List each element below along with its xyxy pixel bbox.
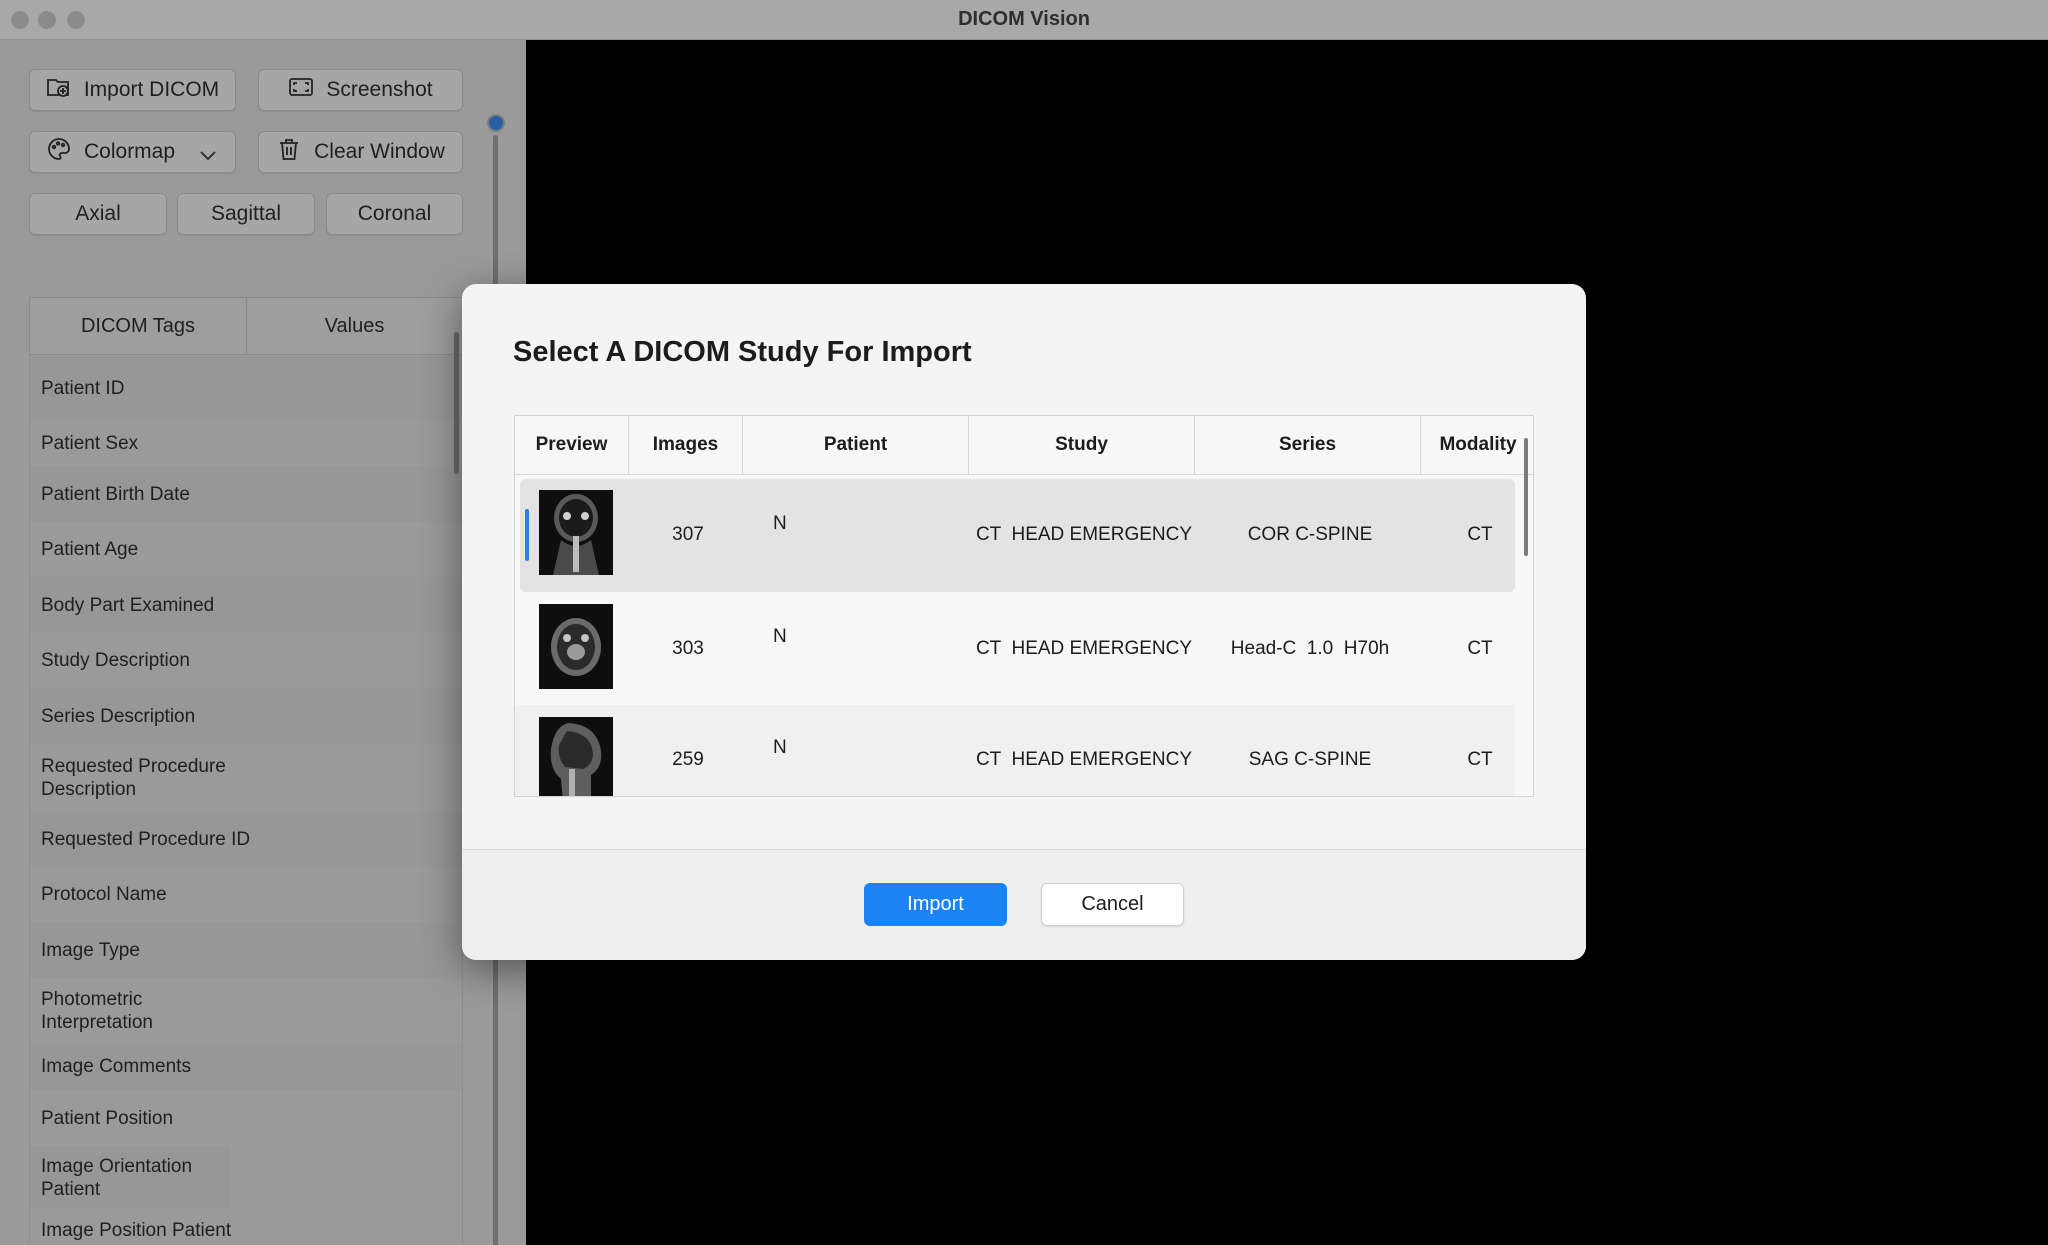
title-bar: DICOM Vision [0,0,2048,40]
study-description: CT HEAD EMERGENCY [975,638,1193,659]
modality: CT [1467,524,1493,545]
clear-window-label: Clear Window [314,140,445,163]
series-description: Head-C 1.0 H70h [1230,638,1390,659]
tag-row[interactable]: Requested Procedure Description [30,744,260,811]
tag-row[interactable]: Series Description [30,688,462,744]
tag-row[interactable]: Image Orientation Patient [30,1146,230,1209]
series-description: SAG C-SPINE [1248,749,1372,770]
tag-row[interactable]: Study Description [30,633,462,688]
study-description: CT HEAD EMERGENCY [975,524,1193,545]
tag-row[interactable]: Requested Procedure ID [30,811,462,867]
tag-row[interactable]: Body Part Examined [30,577,462,633]
axial-label: Axial [75,202,121,225]
import-study-dialog: Select A DICOM Study For Import Preview … [462,284,1586,960]
trash-icon [276,136,302,168]
import-dicom-button[interactable]: Import DICOM [29,69,236,111]
axial-view-button[interactable]: Axial [29,193,167,235]
coronal-preview-thumbnail [539,490,613,575]
colormap-label: Colormap [84,140,176,163]
chevron-down-icon [195,142,221,174]
palette-icon [46,136,72,168]
dialog-footer: Import Cancel [462,849,1586,960]
tag-row[interactable]: Patient Birth Date [30,466,462,522]
dialog-title: Select A DICOM Study For Import [513,336,972,368]
patient-name: N [773,737,787,758]
study-table: Preview Images Patient Study Series Moda… [514,415,1534,797]
import-folder-icon [46,74,72,106]
sagittal-view-button[interactable]: Sagittal [177,193,315,235]
tag-row[interactable]: Protocol Name [30,867,462,922]
colormap-dropdown[interactable]: Colormap [29,131,236,173]
screenshot-icon [288,74,314,106]
coronal-view-button[interactable]: Coronal [326,193,463,235]
modality-column-header[interactable]: Modality [1421,416,1533,475]
coronal-label: Coronal [357,202,432,225]
study-table-scrollbar[interactable] [1524,438,1528,556]
study-row-selected[interactable]: 307 N CT HEAD EMERGENCY COR C-SPINE CT [520,479,1515,592]
screenshot-button[interactable]: Screenshot [258,69,463,111]
axial-preview-thumbnail [539,604,613,689]
patient-name: N [773,626,787,647]
import-button[interactable]: Import [864,883,1007,926]
selection-indicator [525,509,529,561]
series-description: COR C-SPINE [1247,524,1373,545]
tag-row[interactable]: Image Position Patient [30,1209,462,1245]
study-row[interactable]: 303 N CT HEAD EMERGENCY Head-C 1.0 H70h … [515,592,1515,705]
modality: CT [1467,638,1493,659]
tag-row[interactable]: Patient Position [30,1090,462,1146]
patient-name: N [773,513,787,534]
images-count: 303 [672,638,704,659]
window-title: DICOM Vision [958,8,1090,30]
tags-column-header[interactable]: DICOM Tags [30,298,247,354]
preview-column-header[interactable]: Preview [515,416,629,475]
tag-row[interactable]: Photometric Interpretation [30,978,200,1043]
tag-row[interactable]: Patient Age [30,522,462,577]
sagittal-preview-thumbnail [539,717,613,796]
tag-row[interactable]: Image Comments [30,1043,462,1090]
values-column-header[interactable]: Values [247,298,462,354]
slider-handle[interactable] [487,114,505,132]
patient-column-header[interactable]: Patient [743,416,969,475]
modality: CT [1467,749,1493,770]
screenshot-label: Screenshot [326,78,433,101]
images-count: 259 [672,749,704,770]
cancel-button[interactable]: Cancel [1041,883,1184,926]
tags-table-header: DICOM Tags Values [29,297,463,355]
import-dicom-label: Import DICOM [83,78,220,101]
tags-table-scrollbar[interactable] [454,332,459,474]
left-panel: Import DICOM Screenshot Colormap Clear W… [0,40,526,1245]
study-row[interactable]: 259 N CT HEAD EMERGENCY SAG C-SPINE CT [515,705,1515,796]
study-column-header[interactable]: Study [969,416,1195,475]
tag-row[interactable]: Patient Sex [30,421,462,466]
series-column-header[interactable]: Series [1195,416,1421,475]
tag-row[interactable]: Image Type [30,922,462,978]
sagittal-label: Sagittal [210,202,282,225]
study-description: CT HEAD EMERGENCY [975,749,1193,770]
clear-window-button[interactable]: Clear Window [258,131,463,173]
images-column-header[interactable]: Images [629,416,743,475]
tag-row[interactable]: Patient ID [30,355,462,421]
tags-table-body: Patient ID Patient Sex Patient Birth Dat… [29,355,463,1245]
images-count: 307 [672,524,704,545]
